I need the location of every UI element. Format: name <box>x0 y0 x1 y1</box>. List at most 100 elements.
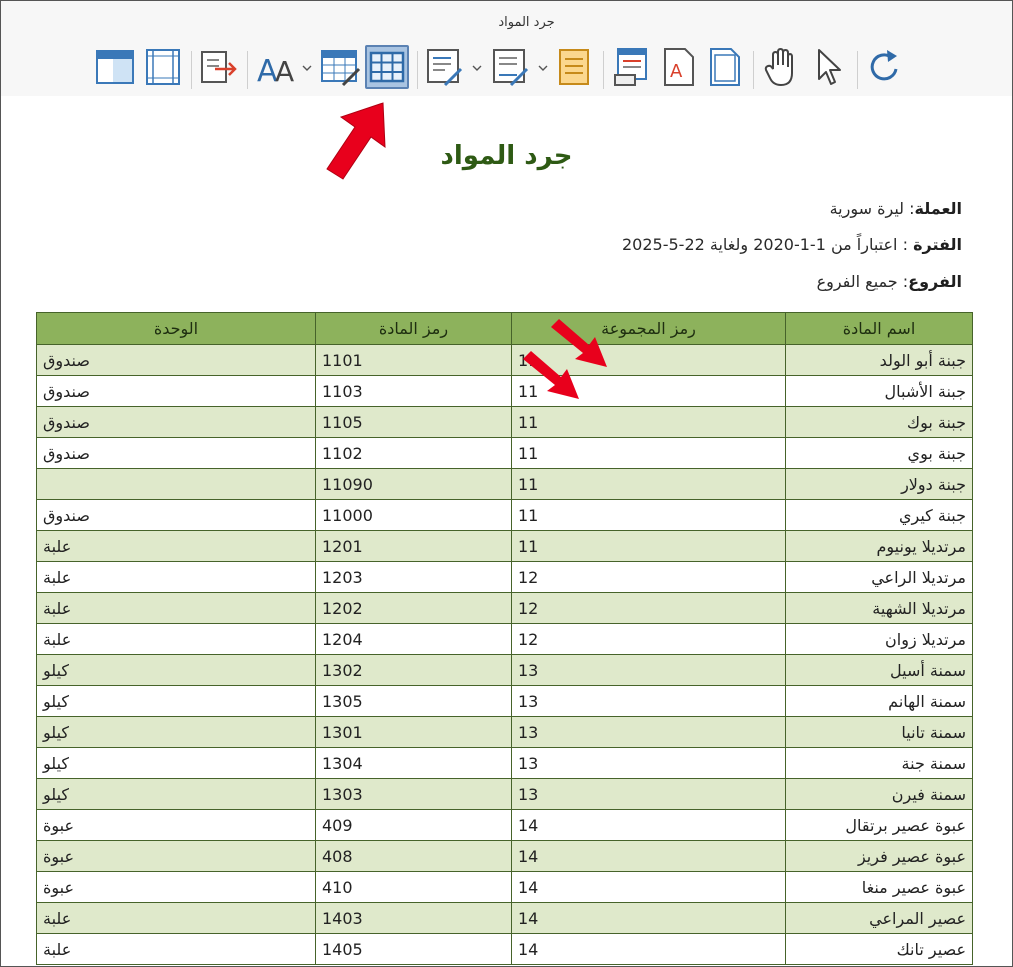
refresh-icon[interactable] <box>863 45 907 89</box>
cell-unit: علبة <box>36 530 316 562</box>
page-layout-icon[interactable] <box>93 45 137 89</box>
svg-text:A: A <box>670 61 683 82</box>
font-icon[interactable]: AA <box>255 45 299 89</box>
edit-footer-icon[interactable] <box>489 45 533 89</box>
branches-value: جميع الفروع <box>816 272 898 291</box>
table-row[interactable]: عصير المراعي 14 1403 علبة <box>36 902 973 934</box>
cell-item-code: 1405 <box>315 933 512 965</box>
table-row[interactable]: عصير تانك 14 1405 علبة <box>36 933 973 965</box>
header-unit[interactable]: الوحدة <box>36 312 316 345</box>
print-preview-icon[interactable] <box>611 45 655 89</box>
cell-item-code: 1301 <box>315 716 512 748</box>
cell-item-code: 11000 <box>315 499 512 531</box>
cell-group-code: 11 <box>511 499 786 531</box>
cell-item-name: جبنة الأشبال <box>785 375 973 407</box>
table-style-icon[interactable] <box>319 45 363 89</box>
cell-item-name: جبنة كيري <box>785 499 973 531</box>
cell-group-code: 12 <box>511 623 786 655</box>
table-row[interactable]: مرتديلا الشهية 12 1202 علبة <box>36 592 973 624</box>
table-row[interactable]: سمنة فيرن 13 1303 كيلو <box>36 778 973 810</box>
cell-group-code: 11 <box>511 406 786 438</box>
cell-unit: علبة <box>36 623 316 655</box>
cell-group-code: 13 <box>511 747 786 779</box>
table-row[interactable]: مرتديلا يونيوم 11 1201 علبة <box>36 530 973 562</box>
edit-header-icon[interactable] <box>423 45 467 89</box>
cell-item-code: 410 <box>315 871 512 903</box>
toolbar-separator <box>191 51 192 89</box>
cell-item-name: سمنة الهانم <box>785 685 973 717</box>
toolbar-separator <box>857 51 858 89</box>
table-row[interactable]: مرتديلا الراعي 12 1203 علبة <box>36 561 973 593</box>
table-row[interactable]: سمنة جنة 13 1304 كيلو <box>36 747 973 779</box>
footer-dropdown-chevron-icon[interactable] <box>537 59 549 71</box>
hand-tool-icon[interactable] <box>759 45 803 89</box>
cell-item-name: عصير تانك <box>785 933 973 965</box>
table-row[interactable]: جبنة كيري 11 11000 صندوق <box>36 499 973 531</box>
font-dropdown-chevron-icon[interactable] <box>301 59 313 71</box>
pointer-tool-icon[interactable] <box>807 45 851 89</box>
cell-item-name: سمنة جنة <box>785 747 973 779</box>
cell-group-code: 14 <box>511 902 786 934</box>
cell-unit: عبوة <box>36 840 316 872</box>
table-row[interactable]: سمنة أسيل 13 1302 كيلو <box>36 654 973 686</box>
cell-item-code: 1202 <box>315 592 512 624</box>
table-row[interactable]: عبوة عصير برتقال 14 409 عبوة <box>36 809 973 841</box>
cell-unit: كيلو <box>36 654 316 686</box>
period-label: الفترة <box>913 235 962 254</box>
period-value: اعتباراً من 1-1-2020 ولغاية 22-5-2025 <box>621 235 898 254</box>
cell-item-code: 1101 <box>315 344 512 376</box>
svg-text:A: A <box>275 55 294 88</box>
export-icon[interactable] <box>197 45 241 89</box>
header-dropdown-chevron-icon[interactable] <box>471 59 483 71</box>
cell-item-name: سمنة أسيل <box>785 654 973 686</box>
table-row[interactable]: سمنة الهانم 13 1305 كيلو <box>36 685 973 717</box>
annotation-arrow-icon <box>523 351 579 399</box>
cell-unit: كيلو <box>36 716 316 748</box>
cell-item-code: 1305 <box>315 685 512 717</box>
cell-group-code: 11 <box>511 468 786 500</box>
page-color-icon[interactable] <box>553 45 597 89</box>
currency-label: العملة <box>914 199 962 218</box>
cell-unit: علبة <box>36 592 316 624</box>
cell-group-code: 12 <box>511 592 786 624</box>
cell-group-code: 13 <box>511 716 786 748</box>
cell-group-code: 14 <box>511 840 786 872</box>
cell-item-name: مرتديلا يونيوم <box>785 530 973 562</box>
inventory-table: اسم المادة رمز المجموعة رمز المادة الوحد… <box>36 312 973 965</box>
cell-unit: كيلو <box>36 747 316 779</box>
report-preview-window: جرد المواد AA A جرد المواد العملة: ليرة … <box>0 0 1013 967</box>
cell-item-name: عبوة عصير فريز <box>785 840 973 872</box>
cell-item-code: 11090 <box>315 468 512 500</box>
header-item-code[interactable]: رمز المادة <box>315 312 512 345</box>
cell-unit: صندوق <box>36 344 316 376</box>
table-row[interactable]: جبنة بوك 11 1105 صندوق <box>36 406 973 438</box>
cell-item-name: جبنة بوك <box>785 406 973 438</box>
table-row[interactable]: جبنة الأشبال 11 1103 صندوق <box>36 375 973 407</box>
cell-group-code: 14 <box>511 871 786 903</box>
table-row[interactable]: مرتديلا زوان 12 1204 علبة <box>36 623 973 655</box>
cell-item-name: مرتديلا الراعي <box>785 561 973 593</box>
table-row[interactable]: سمنة تانيا 13 1301 كيلو <box>36 716 973 748</box>
margins-icon[interactable] <box>141 45 185 89</box>
cell-unit: عبوة <box>36 871 316 903</box>
period-line: الفترة : اعتباراً من 1-1-2020 ولغاية 22-… <box>621 235 962 254</box>
cell-group-code: 12 <box>511 561 786 593</box>
table-row[interactable]: جبنة أبو الولد111101صندوق <box>36 344 973 376</box>
table-row[interactable]: عبوة عصير فريز 14 408 عبوة <box>36 840 973 872</box>
page-icon[interactable] <box>703 45 747 89</box>
branches-line: الفروع: جميع الفروع <box>816 272 962 291</box>
table-row[interactable]: جبنة بوي 11 1102 صندوق <box>36 437 973 469</box>
toolbar-separator <box>417 51 418 89</box>
cell-unit: صندوق <box>36 406 316 438</box>
pdf-icon[interactable]: A <box>657 45 701 89</box>
header-item-name[interactable]: اسم المادة <box>785 312 973 345</box>
cell-group-code: 13 <box>511 778 786 810</box>
branches-label: الفروع <box>908 272 962 291</box>
cell-item-code: 1201 <box>315 530 512 562</box>
table-row[interactable]: جبنة دولار 11 11090 <box>36 468 973 500</box>
grid-lines-icon[interactable] <box>365 45 409 89</box>
cell-item-code: 408 <box>315 840 512 872</box>
table-row[interactable]: عبوة عصير منغا 14 410 عبوة <box>36 871 973 903</box>
cell-item-name: سمنة تانيا <box>785 716 973 748</box>
cell-unit: عبوة <box>36 809 316 841</box>
